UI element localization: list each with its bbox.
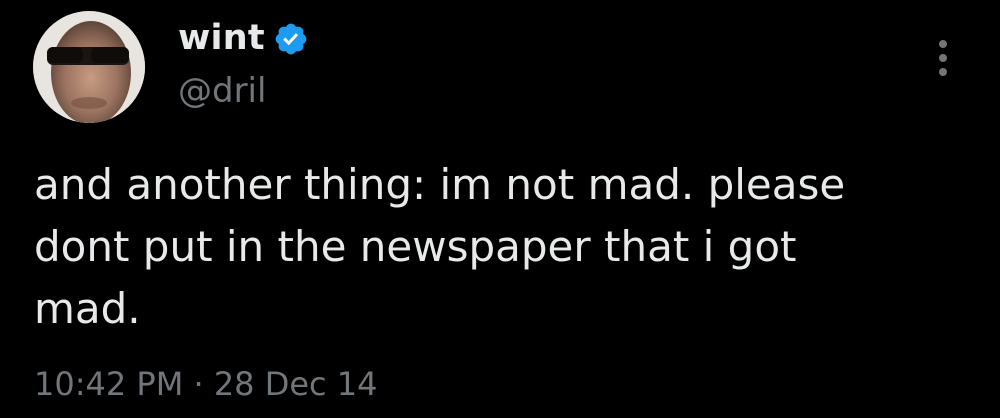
tweet-card: wint @dril and another thing: im not mad… [0, 0, 1000, 418]
author-name-row: wint [178, 14, 309, 62]
tweet-timestamp[interactable]: 10:42 PM · 28 Dec 14 [34, 362, 378, 406]
tweet-date: 28 Dec 14 [213, 365, 378, 403]
more-options-icon[interactable] [928, 36, 958, 80]
avatar[interactable] [33, 11, 145, 123]
timestamp-separator: · [183, 365, 214, 403]
tweet-text: and another thing: im not mad. please do… [34, 160, 846, 333]
avatar-image [33, 11, 145, 123]
author-display-name[interactable]: wint [178, 14, 265, 62]
verified-badge-icon [275, 23, 307, 55]
tweet-time: 10:42 PM [34, 365, 184, 403]
author-handle[interactable]: @dril [178, 68, 266, 114]
